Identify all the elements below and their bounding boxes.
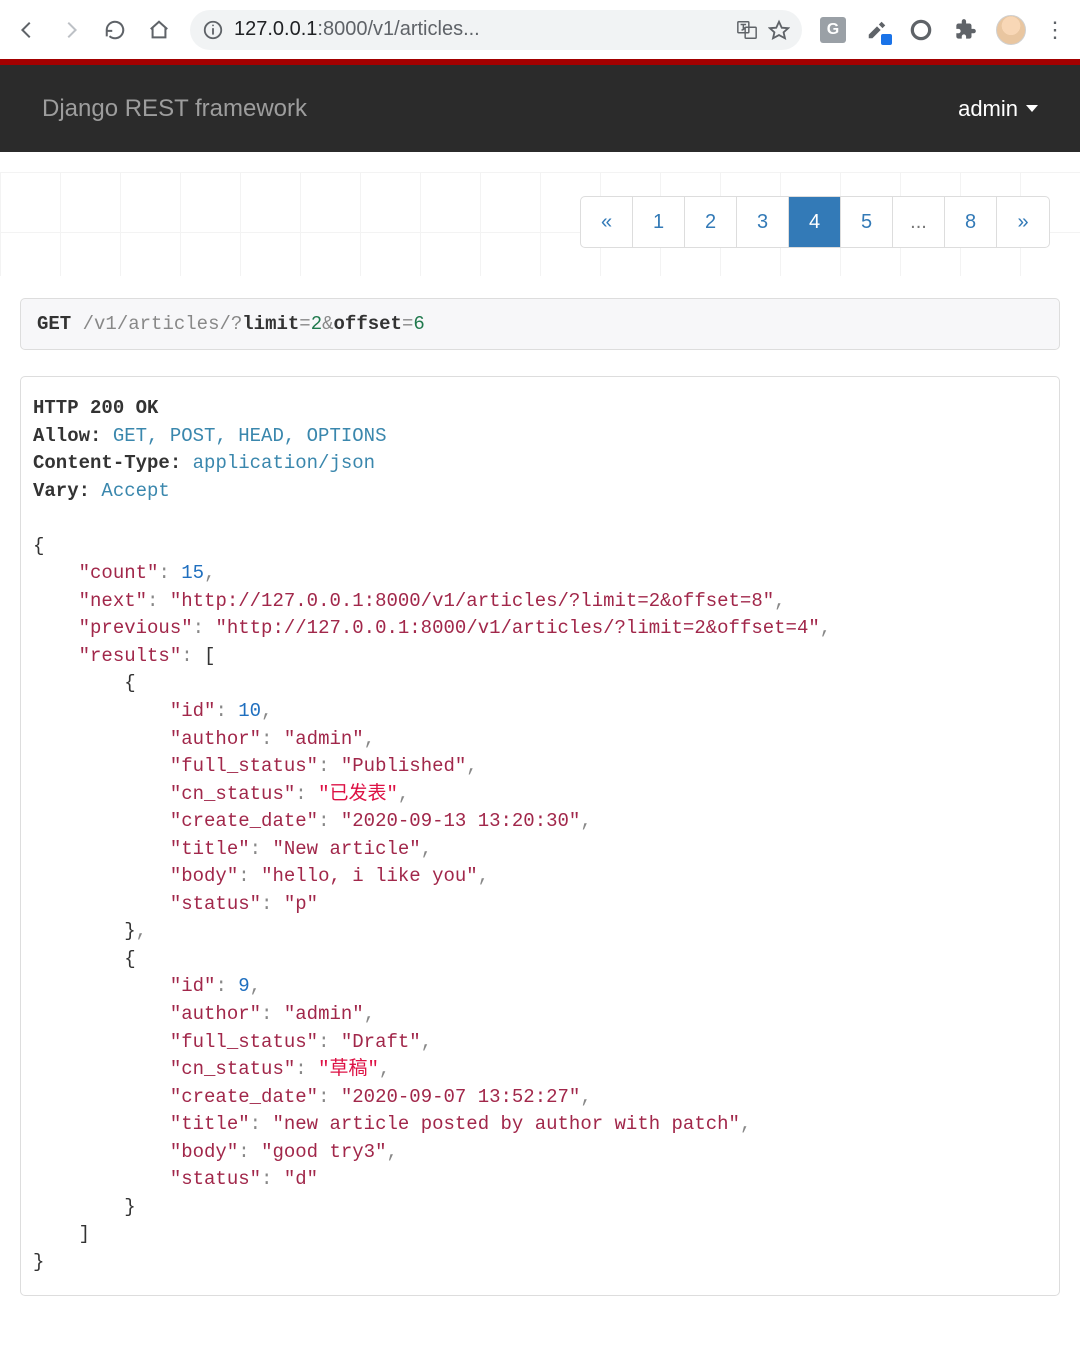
caret-down-icon xyxy=(1026,105,1038,112)
app-navbar: Django REST framework admin xyxy=(0,65,1080,152)
extension-icons: G ⋮ xyxy=(820,15,1066,45)
site-info-icon[interactable] xyxy=(202,19,224,41)
page-...: ... xyxy=(893,197,945,247)
brand-link[interactable]: Django REST framework xyxy=(42,95,307,123)
page-4[interactable]: 4 xyxy=(789,197,841,247)
response-panel: HTTP 200 OK Allow: GET, POST, HEAD, OPTI… xyxy=(20,376,1060,1296)
user-name: admin xyxy=(958,96,1018,122)
bookmark-star-icon[interactable] xyxy=(768,19,790,41)
request-path: /v1/articles/?limit=2&offset=6 xyxy=(83,313,425,335)
reload-button[interactable] xyxy=(102,17,128,43)
page-8[interactable]: 8 xyxy=(945,197,997,247)
user-dropdown[interactable]: admin xyxy=(958,96,1038,122)
request-method: GET xyxy=(37,313,71,335)
request-panel: GET /v1/articles/?limit=2&offset=6 xyxy=(20,298,1060,350)
extension-g-icon[interactable]: G xyxy=(820,17,846,43)
extension-circle-icon[interactable] xyxy=(908,17,934,43)
page-5[interactable]: 5 xyxy=(841,197,893,247)
browser-toolbar: 127.0.0.1:8000/v1/articles... G ⋮ xyxy=(0,0,1080,59)
pagination-area: «12345...8» xyxy=(0,172,1080,276)
address-bar[interactable]: 127.0.0.1:8000/v1/articles... xyxy=(190,10,802,50)
page-last[interactable]: » xyxy=(997,197,1049,247)
page-first[interactable]: « xyxy=(581,197,633,247)
browser-menu-icon[interactable]: ⋮ xyxy=(1044,19,1066,41)
translate-icon[interactable] xyxy=(736,19,758,41)
color-picker-extension-icon[interactable] xyxy=(864,17,890,43)
url-text: 127.0.0.1:8000/v1/articles... xyxy=(234,18,726,41)
extensions-puzzle-icon[interactable] xyxy=(952,17,978,43)
back-button[interactable] xyxy=(14,17,40,43)
profile-avatar[interactable] xyxy=(996,15,1026,45)
page-1[interactable]: 1 xyxy=(633,197,685,247)
pagination: «12345...8» xyxy=(580,196,1050,248)
home-button[interactable] xyxy=(146,17,172,43)
forward-button[interactable] xyxy=(58,17,84,43)
page-3[interactable]: 3 xyxy=(737,197,789,247)
page-2[interactable]: 2 xyxy=(685,197,737,247)
